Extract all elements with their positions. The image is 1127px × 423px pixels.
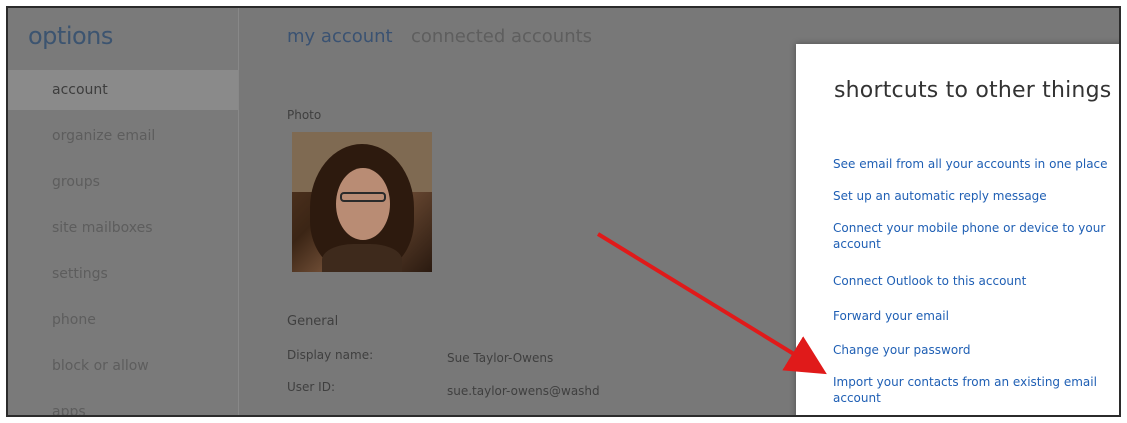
- sidebar-item-settings[interactable]: settings: [8, 254, 238, 294]
- link-change-password[interactable]: Change your password: [833, 342, 1119, 358]
- photo-glasses: [340, 192, 386, 202]
- shortcuts-popup: shortcuts to other things ... See email …: [796, 44, 1121, 415]
- general-heading: General: [287, 314, 339, 329]
- profile-photo[interactable]: [292, 132, 432, 272]
- options-sidebar: options account organize email groups si…: [8, 8, 239, 415]
- photo-label: Photo: [287, 108, 322, 122]
- options-window: options account organize email groups si…: [6, 6, 1121, 417]
- display-name-label: Display name:: [287, 348, 374, 362]
- user-id-value: sue.taylor-owens@washd: [447, 384, 600, 398]
- sidebar-item-site-mailboxes[interactable]: site mailboxes: [8, 208, 238, 248]
- photo-shoulder: [322, 244, 402, 272]
- sidebar-title: options: [28, 22, 113, 50]
- sidebar-item-account[interactable]: account: [8, 70, 238, 110]
- link-see-email-all-accounts[interactable]: See email from all your accounts in one …: [833, 156, 1119, 172]
- link-import-contacts[interactable]: Import your contacts from an existing em…: [833, 374, 1119, 406]
- sidebar-item-organize-email[interactable]: organize email: [8, 116, 238, 156]
- link-connect-mobile[interactable]: Connect your mobile phone or device to y…: [833, 220, 1119, 252]
- sidebar-item-phone[interactable]: phone: [8, 300, 238, 340]
- tab-my-account[interactable]: my account: [287, 26, 393, 47]
- link-forward-email[interactable]: Forward your email: [833, 308, 1119, 324]
- shortcuts-title: shortcuts to other things ...: [834, 78, 1121, 103]
- sidebar-item-groups[interactable]: groups: [8, 162, 238, 202]
- link-automatic-reply[interactable]: Set up an automatic reply message: [833, 188, 1119, 204]
- display-name-value: Sue Taylor-Owens: [447, 351, 554, 365]
- sidebar-item-apps[interactable]: apps: [8, 392, 238, 415]
- tab-connected-accounts[interactable]: connected accounts: [411, 26, 592, 47]
- sidebar-item-block-or-allow[interactable]: block or allow: [8, 346, 238, 386]
- photo-face: [336, 168, 390, 240]
- link-connect-outlook[interactable]: Connect Outlook to this account: [833, 273, 1119, 289]
- user-id-label: User ID:: [287, 380, 335, 394]
